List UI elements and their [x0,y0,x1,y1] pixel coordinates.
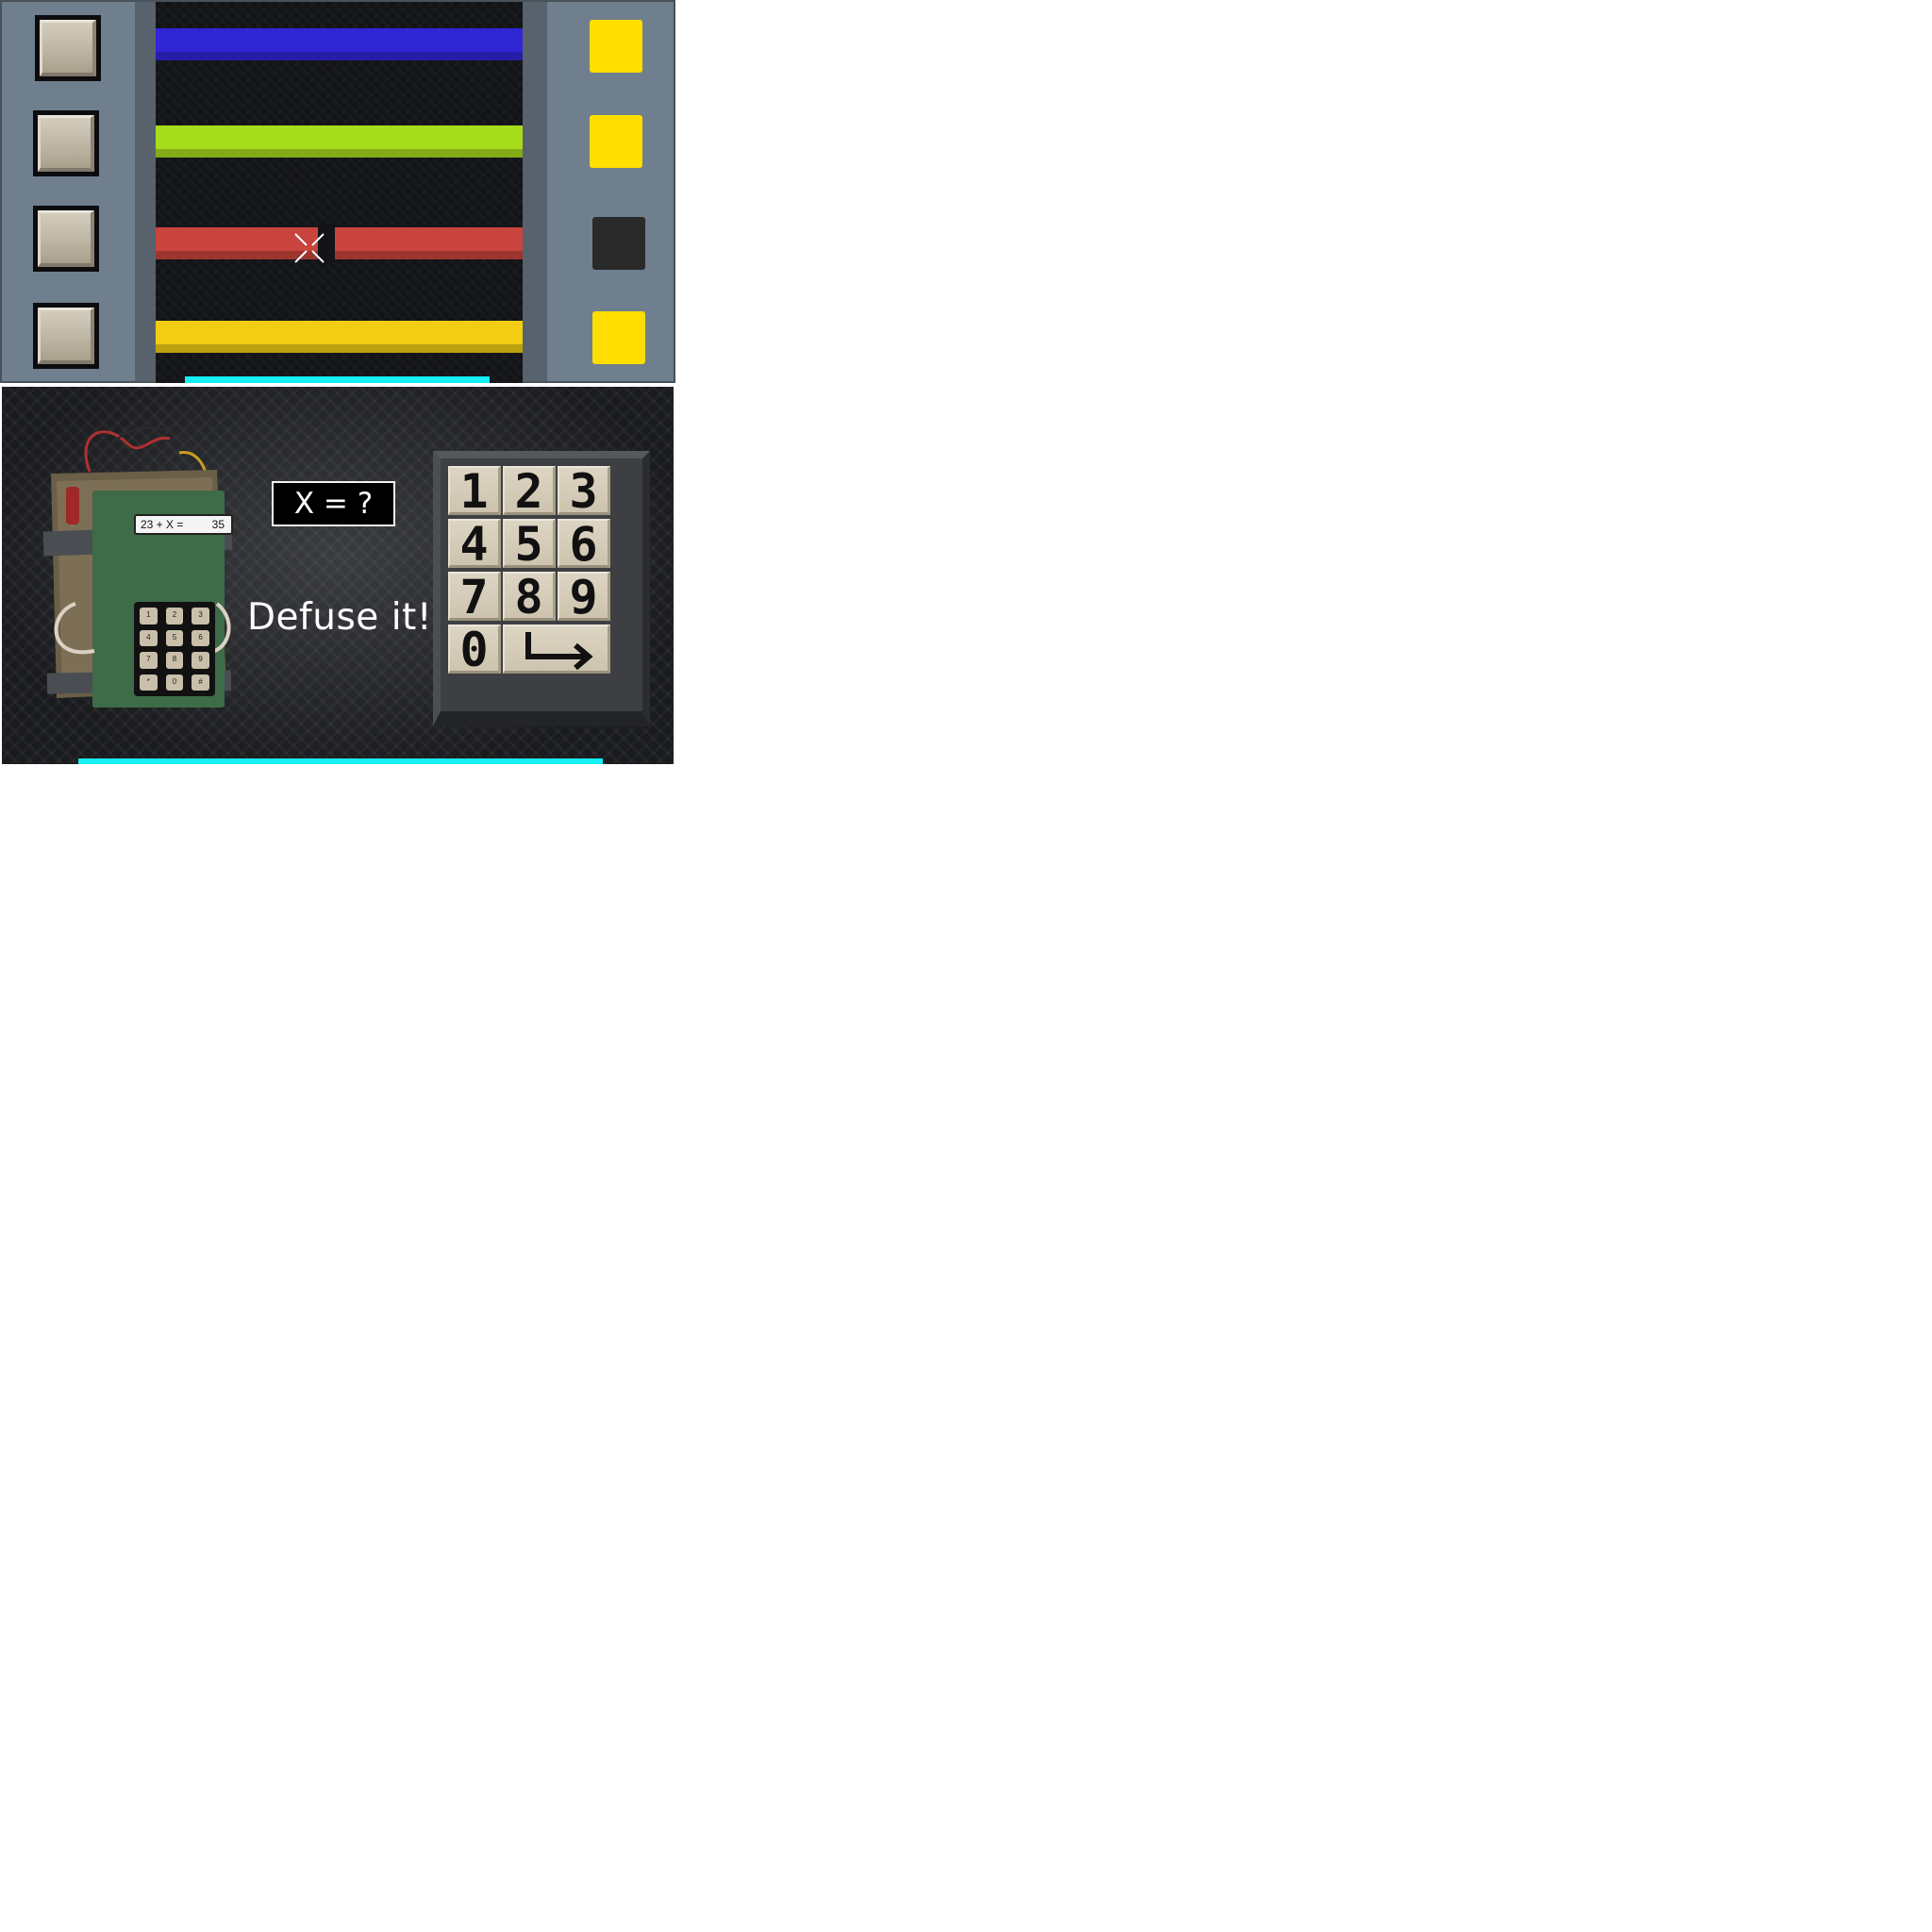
wire-red[interactable] [156,224,523,265]
mini-key: 5 [165,629,184,646]
wire-green[interactable] [156,125,523,158]
key-0[interactable]: 0 [448,625,501,674]
key-8[interactable]: 8 [503,572,556,621]
crosshair-cut-icon [294,233,325,263]
question-box: X = ? [272,481,395,526]
bomb-equation-target: 35 [211,518,225,531]
enter-arrow-icon [525,632,593,671]
wires-game-panel [0,0,675,383]
key-7[interactable]: 7 [448,572,501,621]
mini-key: 4 [140,629,158,646]
mini-key: # [192,674,209,691]
bomb-mini-keypad: 1 2 3 4 5 6 7 8 9 * 0 # [134,602,215,696]
defuse-title: Defuse it! [247,596,432,639]
mini-key: 6 [192,629,209,646]
keypad: 1 2 3 4 5 6 7 8 9 0 [433,451,650,726]
mini-key: * [140,674,158,691]
wire-button-1[interactable] [35,15,101,81]
key-9[interactable]: 9 [558,572,610,621]
bomb-image: 23 + X = 35 1 2 3 4 5 6 7 8 9 * 0 # [38,415,236,708]
key-3[interactable]: 3 [558,466,610,515]
indicator-lamp-2 [590,115,642,168]
indicator-lamp-1 [590,20,642,73]
timer-bar [78,758,603,764]
key-5[interactable]: 5 [503,519,556,568]
mini-key: 3 [192,608,209,625]
wire-button-3[interactable] [33,206,99,272]
mini-key: 0 [165,674,184,691]
bomb-equation-text: 23 + X = [141,518,184,531]
defuse-game-panel: 23 + X = 35 1 2 3 4 5 6 7 8 9 * 0 # X = … [2,387,674,764]
wire-button-4[interactable] [33,303,99,369]
enter-key[interactable] [503,625,610,674]
mini-key: 8 [165,652,184,669]
timer-bar [185,376,490,383]
mini-key: 1 [140,608,158,625]
wire-board [156,2,523,383]
wire-button-2[interactable] [33,110,99,176]
mini-key: 9 [192,652,209,669]
indicator-lamp-4 [592,311,645,364]
bomb-equation-display: 23 + X = 35 [134,514,233,535]
mini-key: 7 [140,652,158,669]
key-4[interactable]: 4 [448,519,501,568]
mini-key: 2 [165,608,184,625]
wire-blue[interactable] [156,28,523,60]
key-6[interactable]: 6 [558,519,610,568]
wire-yellow[interactable] [156,321,523,353]
indicator-lamp-3 [592,217,645,270]
right-frame-strip [521,2,547,381]
key-1[interactable]: 1 [448,466,501,515]
key-2[interactable]: 2 [503,466,556,515]
